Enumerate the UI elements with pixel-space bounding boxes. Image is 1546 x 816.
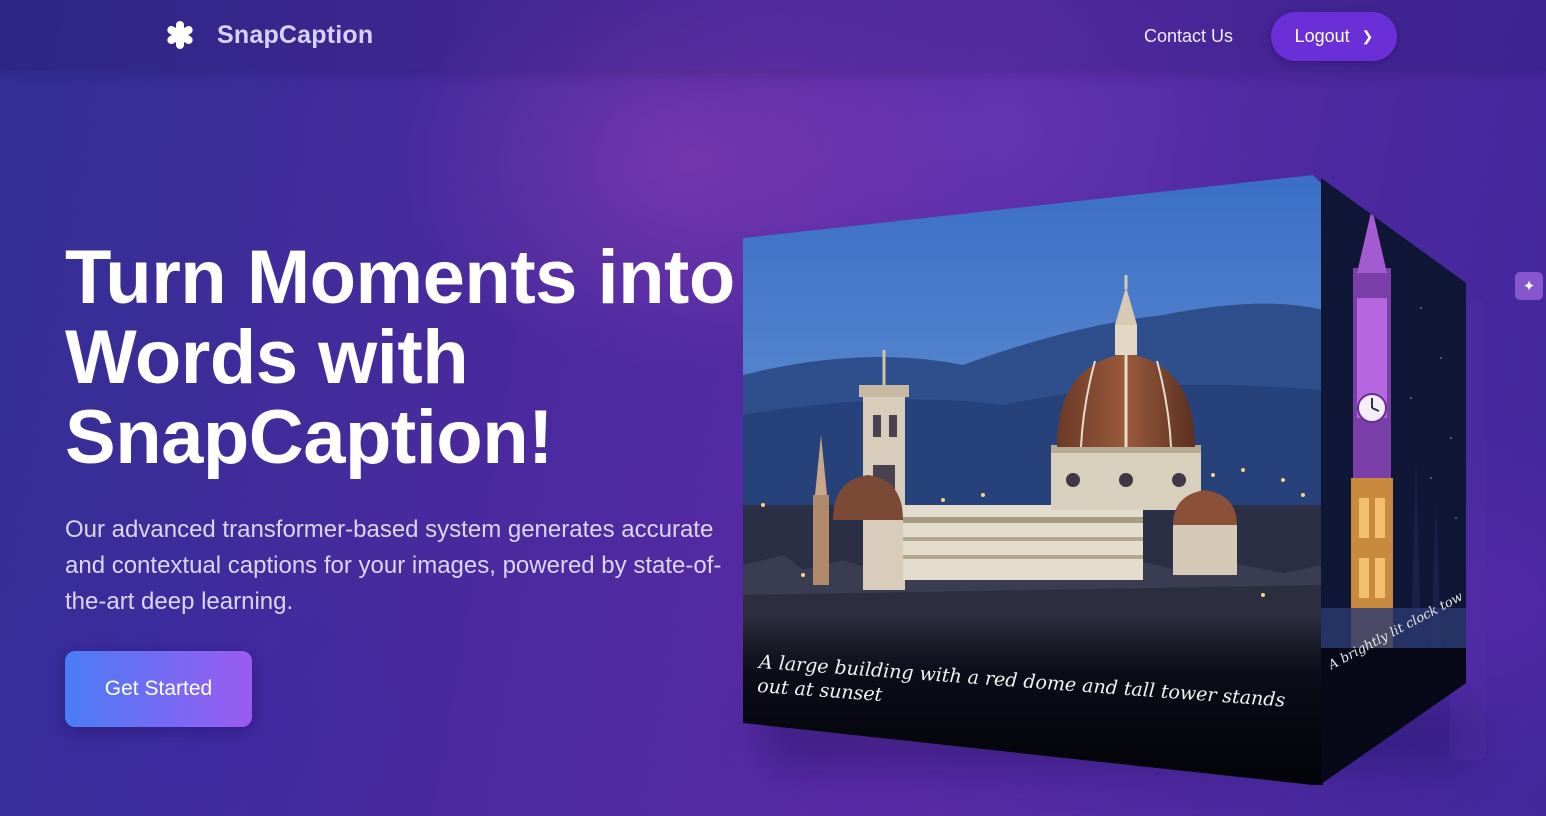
chevron-right-icon: ❯: [1361, 28, 1374, 44]
clock-tower-photo: [1321, 178, 1466, 784]
showcase-image-clock-tower: [1321, 178, 1466, 784]
hero-title-line: Turn Moments into: [65, 235, 735, 320]
hero-title-line: Words with: [65, 315, 469, 400]
sparkle-chat-icon[interactable]: ✦: [1515, 272, 1543, 300]
snowflake-asterisk-icon: [165, 20, 195, 50]
hero-title-line: SnapCaption!: [65, 395, 553, 480]
logout-label: Logout: [1294, 26, 1350, 46]
top-navbar: SnapCaption Contact Us Logout ❯: [0, 0, 1546, 70]
contact-us-link[interactable]: Contact Us: [1144, 26, 1233, 47]
hero-title: Turn Moments into Words with SnapCaption…: [65, 238, 755, 478]
get-started-button[interactable]: Get Started: [65, 651, 252, 727]
brand[interactable]: SnapCaption: [165, 20, 373, 50]
logout-button[interactable]: Logout ❯: [1271, 12, 1397, 61]
brand-name: SnapCaption: [217, 20, 374, 49]
hero-description: Our advanced transformer-based system ge…: [65, 516, 722, 615]
